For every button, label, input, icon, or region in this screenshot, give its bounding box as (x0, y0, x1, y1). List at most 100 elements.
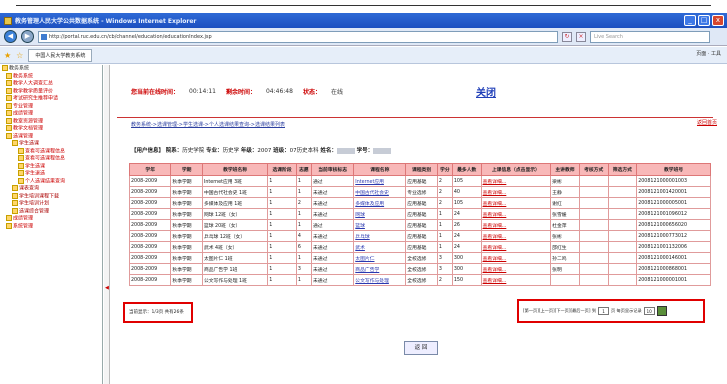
table-cell: 张彬 (550, 230, 580, 242)
sidebar-item[interactable]: 成绩管理 (0, 110, 102, 118)
course-name-link[interactable]: 商品广告学 (353, 263, 407, 275)
class-info-link[interactable]: 查看详细... (480, 175, 552, 187)
table-cell: 2 (436, 197, 453, 209)
sidebar-item[interactable]: 教学人大调查汇总 (0, 80, 102, 88)
table-cell: 秋季学期 (170, 186, 203, 198)
column-header: 考核方式 (578, 163, 609, 176)
per-page-input[interactable]: 10 (643, 307, 655, 315)
table-header-row: 学年 学期 教学班名称 选课阶段 志愿 当前审核标志 课程名称 课程类别 学分 最多人数 上课信息（… (128, 163, 711, 176)
sidebar-item[interactable]: 系统管理 (0, 223, 102, 231)
table-cell: 2 (295, 197, 312, 209)
sidebar-item[interactable]: 课表查询 (0, 185, 102, 193)
sidebar-item[interactable]: 查看可选课程信息 (0, 148, 102, 156)
breadcrumb[interactable]: 教务系统->选课管理->学生选课->个人选课结果查询->选课结果列表 (131, 121, 285, 128)
online-time-label: 您当前在线时间： (131, 89, 180, 96)
go-button[interactable] (656, 306, 667, 316)
class-value: 07历史本科 (289, 148, 319, 154)
table-cell: 张明 (550, 263, 580, 275)
refresh-icon[interactable]: ↻ (562, 31, 572, 42)
college-label: 院系： (165, 148, 183, 154)
table-cell: Internet应用 3班 (201, 175, 269, 187)
sidebar-item[interactable]: 专业管理 (0, 103, 102, 111)
table-cell: 150 (451, 274, 482, 286)
forward-arrow-icon[interactable]: ▶ (21, 30, 34, 43)
class-info-link[interactable]: 查看详细... (480, 274, 552, 286)
frame-splitter[interactable]: ◀ (104, 65, 110, 384)
sidebar-item[interactable]: 学生退选 (0, 170, 102, 178)
course-name-link[interactable]: 太图片仁 (353, 252, 407, 264)
session-status: 您当前在线时间： 00:14:11 剩余时间： 04:46:48 状态： 在线 (131, 87, 343, 96)
class-info-link[interactable]: 查看详细... (480, 208, 552, 220)
close-link[interactable]: 关闭 (476, 84, 496, 99)
class-info-link[interactable]: 查看详细... (480, 241, 552, 253)
sidebar-item[interactable]: 学生培训计划 (0, 200, 102, 208)
sidebar-item[interactable]: 教室资源管理 (0, 118, 102, 126)
class-info-link[interactable]: 查看详细... (480, 252, 552, 264)
table-cell (607, 197, 638, 209)
class-info-link[interactable]: 查看详细... (480, 230, 552, 242)
course-name-link[interactable]: 中国古代社会史 (353, 186, 407, 198)
window-controls: _ □ x (684, 15, 724, 26)
course-name-link[interactable]: Internet应用 (353, 175, 407, 187)
sidebar-item[interactable]: 教务系统 (0, 73, 102, 81)
sidebar-item[interactable]: 查看可选课程信息 (0, 155, 102, 163)
add-favorite-icon[interactable]: ☆ (16, 51, 23, 60)
minimize-button[interactable]: _ (684, 15, 696, 26)
collapse-arrow-icon[interactable]: ◀ (105, 285, 109, 291)
course-name-link[interactable]: 公文写作与处理 (353, 274, 407, 286)
table-cell (607, 219, 638, 231)
maximize-button[interactable]: □ (698, 15, 710, 26)
sidebar-item[interactable]: 成绩管理 (0, 215, 102, 223)
sidebar-item[interactable]: 学生选课 (0, 140, 102, 148)
course-name-link[interactable]: 武术 (353, 241, 407, 253)
table-cell: 2 (436, 175, 453, 187)
sidebar-item[interactable]: 学生培训课程下载 (0, 193, 102, 201)
per-page-label: 页 每页显示记录 (611, 308, 642, 313)
course-name-link[interactable]: 篮球 (353, 219, 407, 231)
table-cell: 4 (295, 230, 312, 242)
class-info-link[interactable]: 查看详细... (480, 219, 552, 231)
search-input[interactable]: Live Search (590, 30, 710, 43)
table-cell: 网球 12班（女） (201, 208, 269, 220)
table-row: 2008-2009 秋季学期 乒乓球 12班（女） 1 4 未通过 乒乓球 应用基础 1 24 查看… (128, 230, 711, 242)
sidebar-item[interactable]: 考试研究生推荐申请 (0, 95, 102, 103)
table-cell: 3 (436, 263, 453, 275)
table-cell: 2008-2009 (128, 252, 172, 264)
stop-icon[interactable]: × (576, 31, 586, 42)
window-title: 教务管理人民大学公共数据系统 - Windows Internet Explor… (15, 18, 197, 25)
tools-menu[interactable]: 页面 · 工具 (696, 50, 721, 57)
table-cell: 未通过 (310, 208, 355, 220)
class-info-link[interactable]: 查看详细... (480, 197, 552, 209)
course-name-link[interactable]: 网球 (353, 208, 407, 220)
sidebar-item[interactable]: 教务系统 (0, 65, 102, 73)
home-link[interactable]: 返回首页 (697, 119, 717, 126)
table-cell: 未通过 (310, 197, 355, 209)
table-cell: 2008-2009 (128, 263, 172, 275)
course-name-link[interactable]: 多媒体及应用 (353, 197, 407, 209)
sidebar-item[interactable]: 选课管理 (0, 133, 102, 141)
table-row: 2008-2009 秋季学期 多媒体及应用 1班 1 2 未通过 多媒体及应用 应用基础 2 10… (128, 197, 711, 209)
sidebar-item[interactable]: 教学文档管理 (0, 125, 102, 133)
address-toolbar: ◀ ▶ http://portal.ruc.edu.cn/cb/channel/… (0, 28, 727, 46)
back-button[interactable]: 返 回 (404, 341, 438, 355)
sidebar-item[interactable]: 个人选课结果查询 (0, 178, 102, 186)
browser-tab[interactable]: 中国人民大学教务系统 (28, 48, 93, 62)
favorites-star-icon[interactable]: ★ (4, 51, 11, 60)
class-info-link[interactable]: 查看详细... (480, 186, 552, 198)
class-info-link[interactable]: 查看详细... (480, 263, 552, 275)
sidebar-item[interactable]: 选课综合管理 (0, 208, 102, 216)
page-input[interactable]: 1 (598, 307, 610, 315)
major-value: 历史学 (222, 148, 240, 154)
pager-links[interactable]: [第一页][上一页][下一页][最后一页] 到 (523, 308, 596, 314)
pager-summary: 当前显示：1/3页 共有26条 (123, 302, 193, 323)
table-cell: 1 (295, 252, 312, 264)
table-cell: 1 (436, 219, 453, 231)
close-window-button[interactable]: x (712, 15, 724, 26)
sidebar-item[interactable]: 学生选课 (0, 163, 102, 171)
back-arrow-icon[interactable]: ◀ (4, 30, 17, 43)
address-input[interactable]: http://portal.ruc.edu.cn/cb/channel/educ… (38, 30, 558, 43)
course-name-link[interactable]: 乒乓球 (353, 230, 407, 242)
divider (117, 117, 713, 118)
table-cell: 张雪媛 (550, 208, 580, 220)
sidebar-item[interactable]: 教学教学质量评价 (0, 88, 102, 96)
